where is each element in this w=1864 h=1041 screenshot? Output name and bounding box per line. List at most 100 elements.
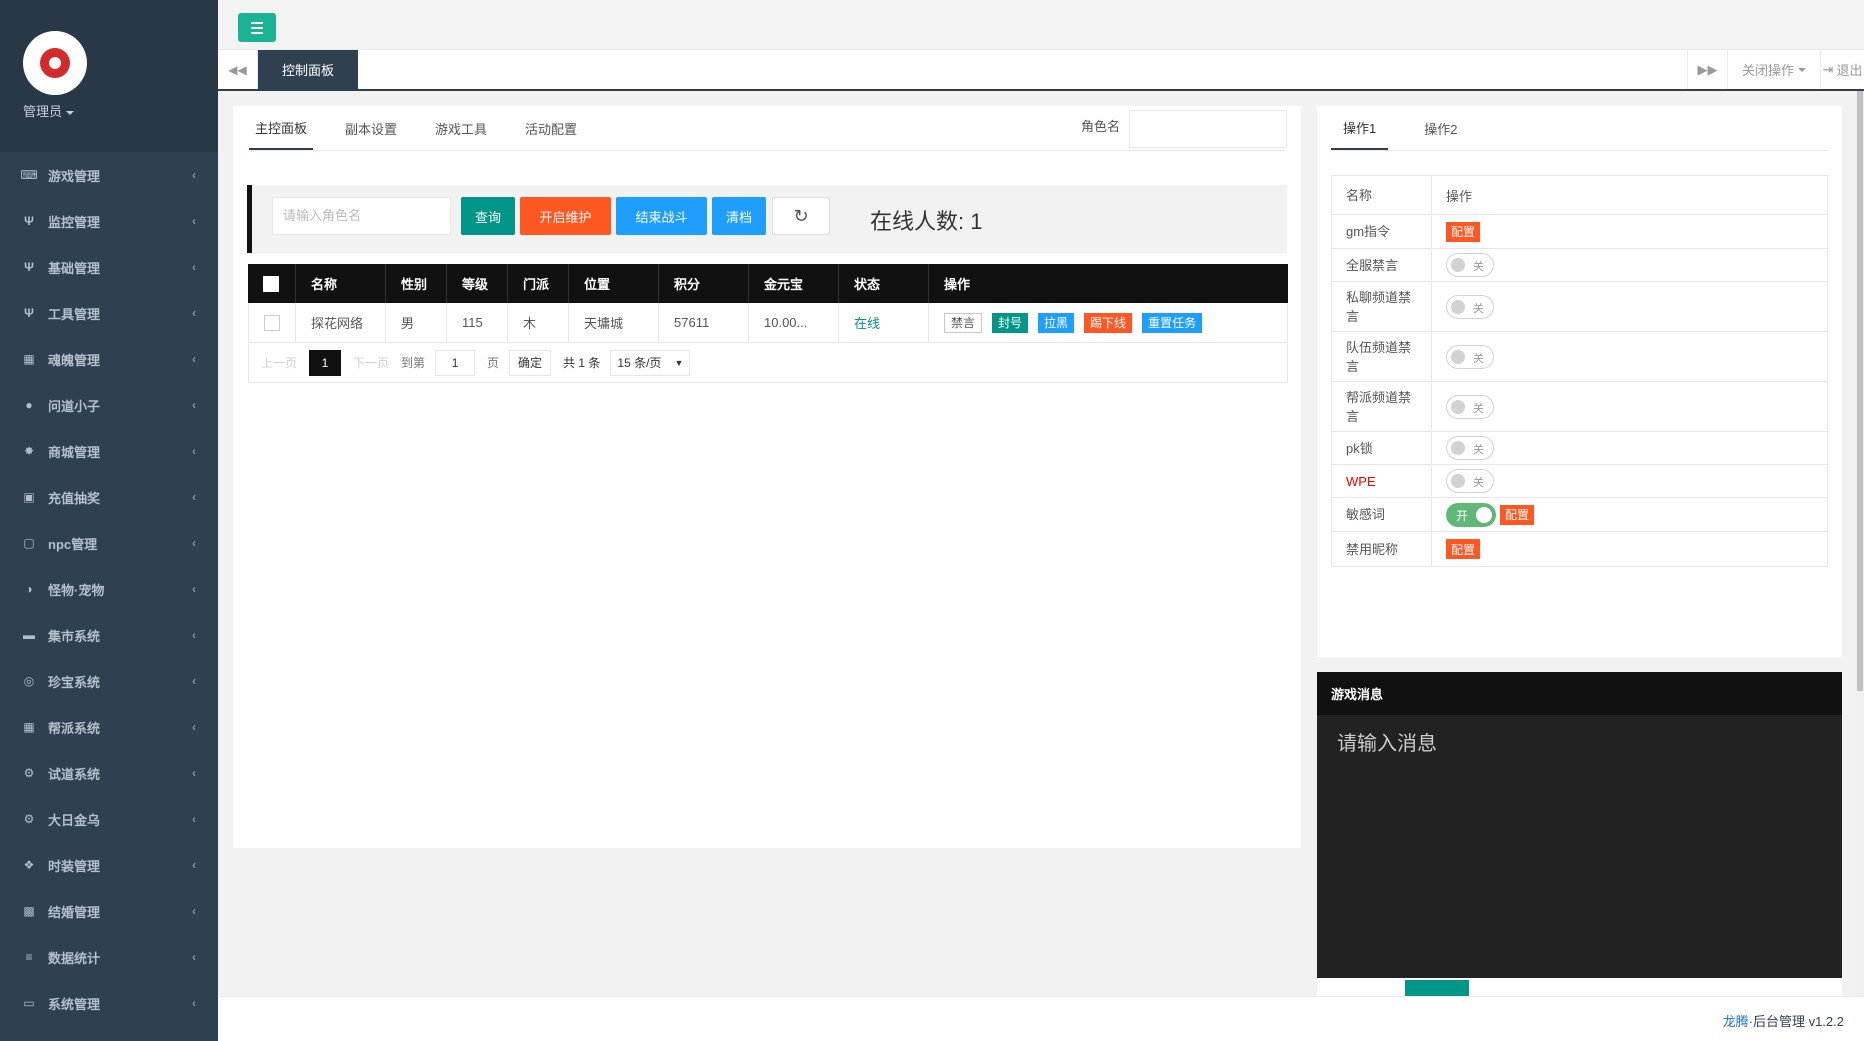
blacklist-button[interactable]: 拉黑 bbox=[1038, 312, 1075, 333]
chevron-left-icon: ‹ bbox=[192, 950, 196, 964]
database-icon: ≡ bbox=[25, 950, 33, 964]
message-actions bbox=[1317, 978, 1842, 996]
close-ops-menu[interactable]: 关闭操作 bbox=[1727, 50, 1820, 89]
subtab-instance-settings[interactable]: 副本设置 bbox=[339, 106, 403, 150]
cell-status: 在线 bbox=[839, 303, 929, 342]
toggle-label: 关 bbox=[1473, 402, 1484, 415]
sidebar-item-5[interactable]: ● 问道小子 ‹ bbox=[0, 382, 218, 428]
ban-button[interactable]: 封号 bbox=[992, 312, 1029, 333]
desktop-icon: ▭ bbox=[23, 996, 35, 1010]
toggle-switch[interactable]: 关 bbox=[1446, 344, 1494, 369]
sidebar-item-11[interactable]: ◎ 珍宝系统 ‹ bbox=[0, 658, 218, 704]
sidebar-item-10[interactable]: ▬ 集市系统 ‹ bbox=[0, 612, 218, 658]
ops-row-control: 关 bbox=[1432, 432, 1827, 464]
config-button[interactable]: 配置 bbox=[1500, 504, 1535, 525]
ops-row-name: WPE bbox=[1332, 465, 1432, 497]
subtab-game-tools[interactable]: 游戏工具 bbox=[429, 106, 493, 150]
sidebar-item-3[interactable]: Ψ 工具管理 ‹ bbox=[0, 290, 218, 336]
sidebar-item-7[interactable]: ▣ 充值抽奖 ‹ bbox=[0, 474, 218, 520]
logout-button[interactable]: ⇥ 退出 bbox=[1820, 50, 1864, 89]
main-panel: 主控面板 副本设置 游戏工具 活动配置 角色名 请输入角色名 查询 开启维护 结… bbox=[233, 106, 1301, 848]
game-message-panel: 游戏消息 请输入消息 bbox=[1317, 672, 1842, 978]
message-input[interactable]: 请输入消息 bbox=[1337, 727, 1437, 756]
tab-control-panel[interactable]: 控制面板 bbox=[258, 50, 358, 89]
maintenance-button[interactable]: 开启维护 bbox=[520, 197, 611, 235]
sidebar-item-6[interactable]: ✸ 商城管理 ‹ bbox=[0, 428, 218, 474]
sidebar-item-15[interactable]: ❖ 时装管理 ‹ bbox=[0, 842, 218, 888]
sign-out-icon: ⇥ bbox=[1822, 61, 1834, 77]
next-page-button[interactable]: 下一页 bbox=[353, 354, 389, 371]
sidebar-nav: ⌨ 游戏管理 ‹ Ψ 监控管理 ‹ Ψ 基础管理 ‹ Ψ 工具管理 ‹ ▦ 魂魄管理 ‹ ● 问道小子 ‹ ✸ 商城管… bbox=[0, 152, 218, 1026]
kick-button[interactable]: 踢下线 bbox=[1084, 312, 1133, 333]
toggle-label: 关 bbox=[1473, 261, 1484, 273]
sidebar-item-4[interactable]: ▦ 魂魄管理 ‹ bbox=[0, 336, 218, 382]
config-button[interactable]: 配置 bbox=[1446, 221, 1481, 242]
ops-subtabs: 操作1 操作2 bbox=[1331, 106, 1493, 150]
sidebar-item-8[interactable]: ▢ npc管理 ‹ bbox=[0, 520, 218, 566]
sidebar-item-label: 时装管理 bbox=[48, 858, 101, 874]
sidebar-item-18[interactable]: ▭ 系统管理 ‹ bbox=[0, 980, 218, 1026]
tab-scroll-left-button[interactable]: ◀◀ bbox=[218, 50, 258, 89]
role-search-input[interactable]: 请输入角色名 bbox=[272, 197, 451, 235]
ops-row-control: 开 配置 bbox=[1432, 498, 1827, 531]
chevron-left-icon: ‹ bbox=[192, 628, 196, 642]
ops-row-name: pk锁 bbox=[1332, 432, 1432, 464]
page-size-value: 15 条/页 bbox=[617, 356, 662, 370]
toggle-switch[interactable]: 关 bbox=[1446, 436, 1494, 460]
sidebar-item-2[interactable]: Ψ 基础管理 ‹ bbox=[0, 244, 218, 290]
select-all-checkbox[interactable] bbox=[263, 275, 279, 292]
header-status: 状态 bbox=[839, 264, 929, 303]
operations-panel: 操作1 操作2 名称 操作 gm指令 配置 全服禁言关私聊频道禁言关队伍频道禁言关帮… bbox=[1317, 106, 1842, 657]
toggle-switch[interactable]: 关 bbox=[1446, 253, 1494, 277]
ops-row: 全服禁言 关 bbox=[1332, 249, 1827, 282]
sidebar-item-16[interactable]: ▩ 结婚管理 ‹ bbox=[0, 888, 218, 934]
goto-page-input[interactable]: 1 bbox=[435, 349, 476, 376]
toggle-switch[interactable]: 关 bbox=[1446, 294, 1494, 319]
send-message-button[interactable] bbox=[1405, 980, 1469, 996]
refresh-button[interactable]: ↻ bbox=[772, 197, 830, 235]
config-button[interactable]: 配置 bbox=[1446, 539, 1481, 559]
subtab-ops-1[interactable]: 操作1 bbox=[1331, 106, 1389, 150]
current-page[interactable]: 1 bbox=[309, 349, 342, 376]
cutlery-icon: Ψ bbox=[24, 214, 34, 228]
ops-header-row: 名称 操作 bbox=[1332, 176, 1827, 215]
sidebar-item-9[interactable]: ◑ 怪物·宠物 ‹ bbox=[0, 566, 218, 612]
toggle-switch[interactable]: 关 bbox=[1446, 394, 1494, 419]
end-battle-button[interactable]: 结束战斗 bbox=[616, 197, 707, 235]
role-name-input[interactable] bbox=[1129, 110, 1287, 148]
user-icon: ● bbox=[25, 398, 33, 412]
tab-scroll-right-button[interactable]: ▶▶ bbox=[1687, 50, 1727, 89]
toggle-label: 关 bbox=[1473, 352, 1484, 365]
query-button[interactable]: 查询 bbox=[461, 197, 515, 235]
header-actions: 操作 bbox=[944, 277, 971, 292]
clear-data-button[interactable]: 清档 bbox=[712, 197, 766, 235]
ops-row-control: 关 bbox=[1432, 332, 1827, 381]
row-checkbox[interactable] bbox=[264, 314, 280, 331]
menu-toggle-button[interactable] bbox=[238, 13, 276, 42]
admin-menu[interactable]: 管理员 bbox=[23, 101, 75, 120]
prev-page-button[interactable]: 上一页 bbox=[261, 354, 297, 371]
sidebar-item-label: 工具管理 bbox=[48, 306, 101, 322]
sidebar-item-label: 充值抽奖 bbox=[48, 490, 101, 506]
sidebar-item-label: 结婚管理 bbox=[48, 904, 101, 920]
sidebar-item-1[interactable]: Ψ 监控管理 ‹ bbox=[0, 198, 218, 244]
sidebar-item-12[interactable]: ▦ 帮派系统 ‹ bbox=[0, 704, 218, 750]
sidebar-item-13[interactable]: ⚙ 试道系统 ‹ bbox=[0, 750, 218, 796]
sidebar-item-14[interactable]: ⚙ 大日金乌 ‹ bbox=[0, 796, 218, 842]
ops-row: 队伍频道禁言 关 bbox=[1332, 332, 1827, 382]
subtab-main-control[interactable]: 主控面板 bbox=[249, 106, 314, 150]
scrollbar[interactable] bbox=[1856, 91, 1864, 996]
footer-text: 龙腾·后台管理 v1.2.2 bbox=[1723, 1011, 1844, 1030]
sidebar-item-17[interactable]: ≡ 数据统计 ‹ bbox=[0, 934, 218, 980]
ops-header-name: 名称 bbox=[1332, 176, 1432, 214]
toggle-switch[interactable]: 关 bbox=[1446, 469, 1494, 493]
subtab-ops-2[interactable]: 操作2 bbox=[1412, 106, 1469, 150]
ops-row-control: 关 bbox=[1432, 249, 1827, 281]
toggle-switch[interactable]: 开 bbox=[1446, 502, 1496, 527]
mute-button[interactable]: 禁言 bbox=[944, 312, 983, 333]
reset-task-button[interactable]: 重置任务 bbox=[1142, 312, 1203, 333]
page-size-select[interactable]: 15 条/页 ▼ bbox=[610, 349, 691, 376]
sidebar-item-0[interactable]: ⌨ 游戏管理 ‹ bbox=[0, 152, 218, 198]
subtab-activity-config[interactable]: 活动配置 bbox=[519, 106, 583, 150]
goto-confirm-button[interactable]: 确定 bbox=[509, 349, 552, 376]
